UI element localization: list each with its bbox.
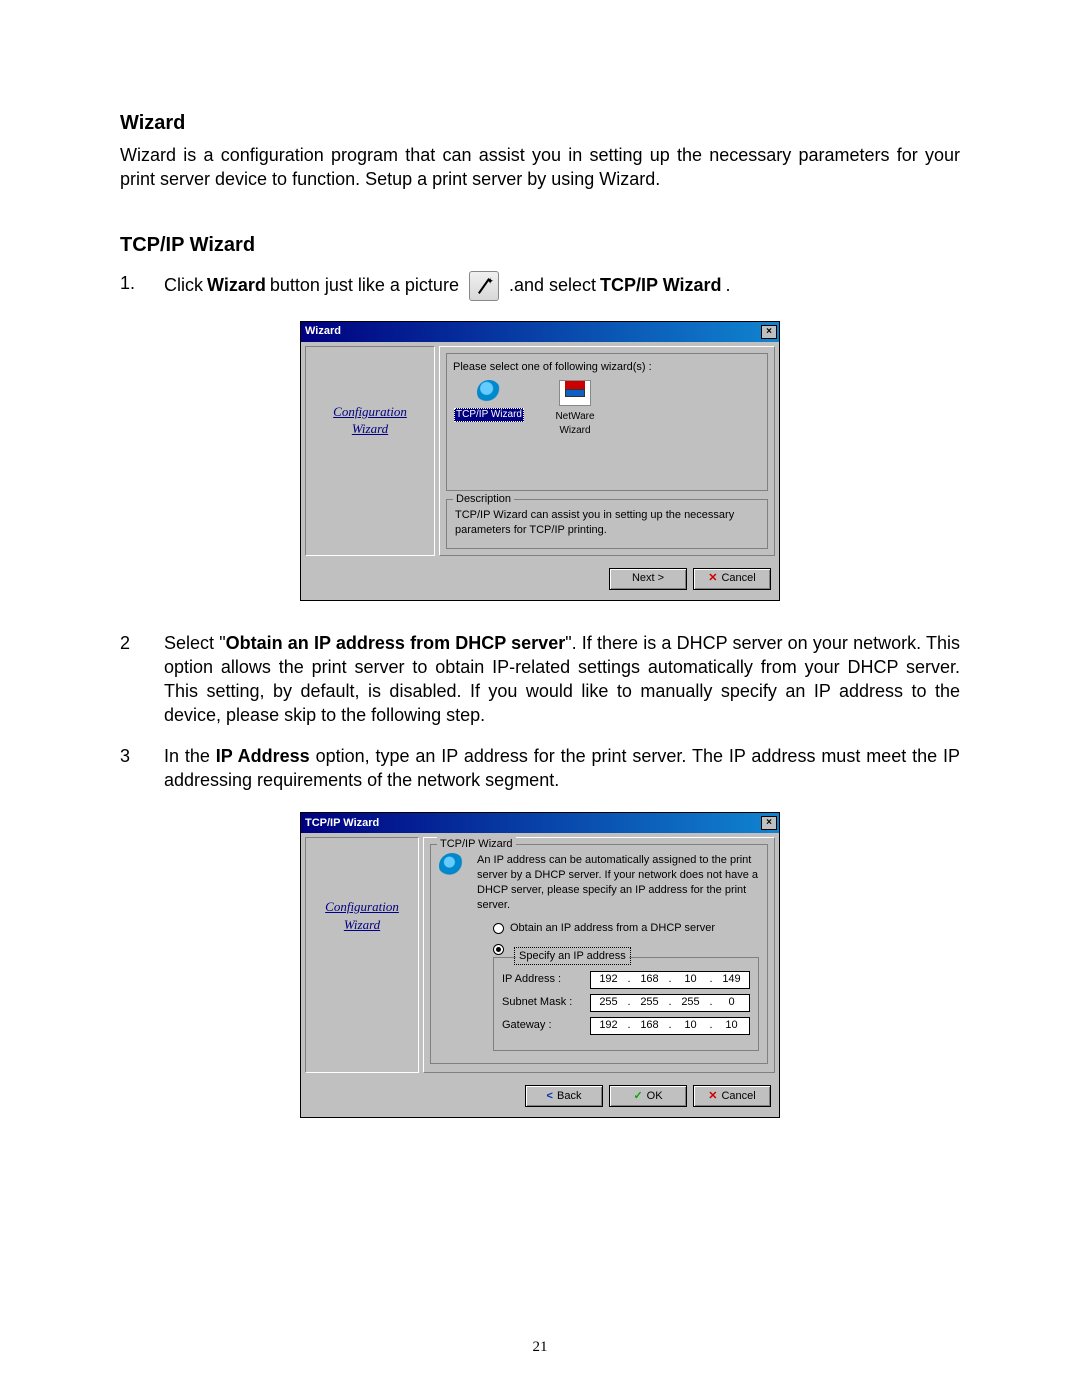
gw-oct4: 10 [717, 1018, 747, 1033]
description-group: Description TCP/IP Wizard can assist you… [446, 499, 768, 549]
label-ip: IP Address : [502, 972, 582, 987]
ip-oct4: 149 [717, 972, 747, 987]
globe-icon [477, 380, 501, 404]
cancel-x-icon: ✕ [708, 571, 717, 586]
gw-oct1: 192 [594, 1018, 624, 1033]
description-legend: Description [453, 492, 514, 507]
step3-text-a: In the [164, 746, 216, 766]
section-heading-tcpip: TCP/IP Wizard [120, 232, 960, 259]
side-text-1: Configuration [333, 404, 407, 419]
netware-icon [559, 380, 591, 406]
wizard-toolbar-icon [469, 271, 499, 301]
cancel-button-label: Cancel [721, 1089, 755, 1104]
side-text-2: Wizard [352, 421, 388, 436]
side-text-2: Wizard [344, 917, 380, 932]
step1-text-f: . [726, 273, 731, 297]
tcpip-wizard-dialog: TCP/IP Wizard × Configuration Wizard TCP… [300, 812, 780, 1118]
step1-text-d: .and select [509, 273, 596, 297]
radio-dhcp[interactable]: Obtain an IP address from a DHCP server [493, 921, 759, 936]
wizard-prompt: Please select one of following wizard(s)… [453, 360, 761, 375]
tcpip-group: TCP/IP Wizard An IP address can be autom… [430, 844, 768, 1063]
radio-dhcp-label: Obtain an IP address from a DHCP server [510, 921, 715, 936]
ip-oct3: 10 [676, 972, 706, 987]
step-number-1: 1. [120, 271, 140, 301]
specify-legend: Specify an IP address [516, 949, 629, 964]
step1-text-c: button just like a picture [270, 273, 459, 297]
step1-text-e: TCP/IP Wizard [600, 273, 722, 297]
step2-text-b: Obtain an IP address from DHCP server [226, 633, 566, 653]
step2-text-a: Select " [164, 633, 226, 653]
step-3-body: In the IP Address option, type an IP add… [164, 744, 960, 793]
wizard-side-panel: Configuration Wizard [305, 346, 435, 556]
ip-address-field[interactable]: 192. 168. 10. 149 [590, 971, 750, 989]
step-2-body: Select "Obtain an IP address from DHCP s… [164, 631, 960, 728]
cancel-button-label: Cancel [721, 571, 755, 586]
next-button[interactable]: Next > [609, 568, 687, 590]
wizard-item-tcpip-label: TCP/IP Wizard [454, 408, 524, 422]
ok-button[interactable]: ✓ OK [609, 1085, 687, 1107]
tcpip-dialog-title: TCP/IP Wizard [305, 816, 379, 831]
step-number-2: 2 [120, 631, 140, 728]
gw-oct3: 10 [676, 1018, 706, 1033]
tcpip-dialog-titlebar: TCP/IP Wizard × [301, 813, 779, 833]
radio-icon [493, 944, 504, 955]
wizard-item-netware-label1: NetWare [555, 411, 594, 422]
tcpip-group-legend: TCP/IP Wizard [437, 837, 516, 852]
close-button[interactable]: × [761, 325, 777, 339]
wizard-item-netware-label2: Wizard [559, 425, 590, 436]
wizard-dialog-title: Wizard [305, 324, 341, 339]
close-button[interactable]: × [761, 816, 777, 830]
page-number: 21 [0, 1337, 1080, 1357]
check-icon: ✓ [633, 1089, 642, 1104]
label-gateway: Gateway : [502, 1018, 582, 1033]
mask-oct1: 255 [594, 995, 624, 1010]
globe-icon [439, 853, 465, 879]
tcpip-side-panel: Configuration Wizard [305, 837, 419, 1073]
tcpip-intro-text: An IP address can be automatically assig… [477, 853, 759, 912]
gateway-field[interactable]: 192. 168. 10. 10 [590, 1017, 750, 1035]
mask-oct4: 0 [717, 995, 747, 1010]
back-button[interactable]: < Back [525, 1085, 603, 1107]
side-text-1: Configuration [325, 899, 399, 914]
gw-oct2: 168 [635, 1018, 665, 1033]
cancel-button[interactable]: ✕ Cancel [693, 1085, 771, 1107]
label-mask: Subnet Mask : [502, 995, 582, 1010]
back-button-label: Back [557, 1089, 581, 1104]
wizard-intro-text: Wizard is a configuration program that c… [120, 143, 960, 192]
ok-button-label: OK [647, 1089, 663, 1104]
cancel-button[interactable]: ✕ Cancel [693, 568, 771, 590]
step3-text-b: IP Address [216, 746, 310, 766]
step-1-body: Click Wizard button just like a picture … [164, 271, 960, 301]
wizard-dialog: Wizard × Configuration Wizard Please sel… [300, 321, 780, 601]
wizard-item-tcpip[interactable]: TCP/IP Wizard [453, 380, 525, 437]
wizard-dialog-titlebar: Wizard × [301, 322, 779, 342]
wizard-item-netware[interactable]: NetWare Wizard [539, 380, 611, 437]
arrow-left-icon: < [547, 1089, 553, 1104]
mask-oct2: 255 [635, 995, 665, 1010]
next-button-label: Next > [632, 571, 664, 586]
step1-text-a: Click [164, 273, 203, 297]
ip-oct2: 168 [635, 972, 665, 987]
step1-text-b: Wizard [207, 273, 266, 297]
ip-oct1: 192 [594, 972, 624, 987]
cancel-x-icon: ✕ [708, 1089, 717, 1104]
description-text: TCP/IP Wizard can assist you in setting … [455, 509, 734, 536]
mask-oct3: 255 [676, 995, 706, 1010]
section-heading-wizard: Wizard [120, 110, 960, 137]
subnet-mask-field[interactable]: 255. 255. 255. 0 [590, 994, 750, 1012]
specify-ip-group: Specify an IP address IP Address : 192. … [493, 957, 759, 1051]
radio-icon [493, 923, 504, 934]
wizard-select-area: Please select one of following wizard(s)… [446, 353, 768, 491]
magic-wand-icon [475, 277, 493, 295]
step-number-3: 3 [120, 744, 140, 793]
